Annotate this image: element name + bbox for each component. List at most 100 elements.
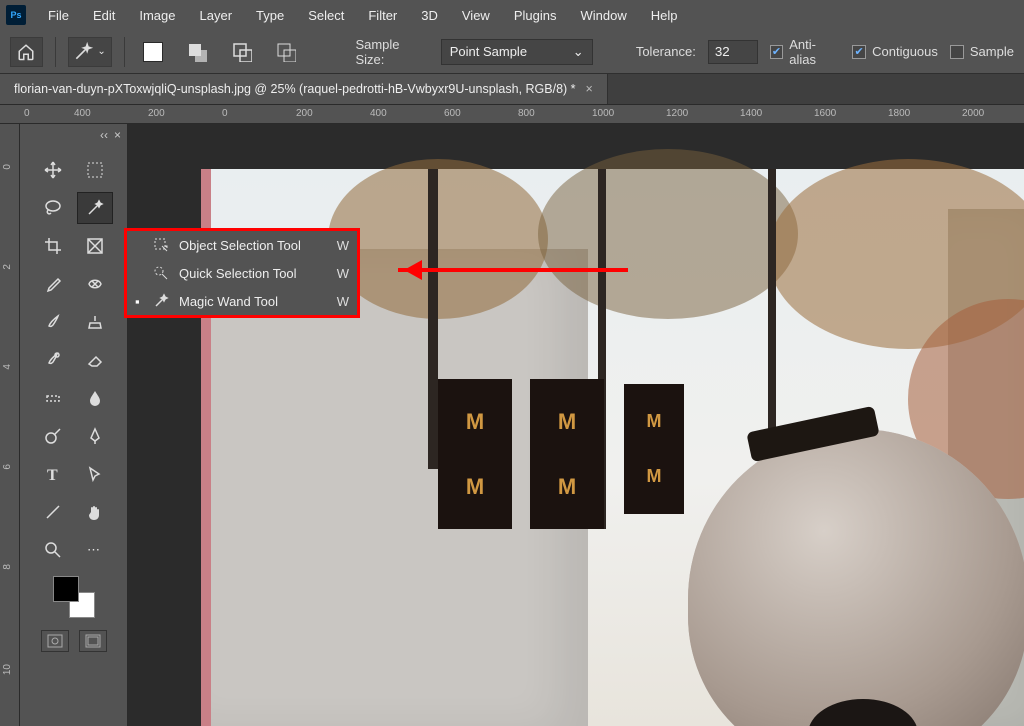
quick-mask-button[interactable] xyxy=(41,630,69,652)
sample-size-value: Point Sample xyxy=(450,44,527,59)
menu-help[interactable]: Help xyxy=(639,4,690,27)
ruler-vertical: 0 2 4 6 8 10 xyxy=(0,124,20,726)
subtract-selection-icon[interactable] xyxy=(226,37,259,67)
menu-filter[interactable]: Filter xyxy=(356,4,409,27)
menu-plugins[interactable]: Plugins xyxy=(502,4,569,27)
tool-more[interactable]: ⋯ xyxy=(77,534,113,566)
quick-selection-icon xyxy=(153,265,171,281)
ruler-tick: 6 xyxy=(2,464,13,470)
menu-window[interactable]: Window xyxy=(568,4,638,27)
app-logo: Ps xyxy=(6,5,26,25)
tool-zoom[interactable] xyxy=(35,534,71,566)
menu-view[interactable]: View xyxy=(450,4,502,27)
sample-all-label: Sample xyxy=(970,44,1014,59)
tool-blur[interactable] xyxy=(77,382,113,414)
document-tab-title: florian-van-duyn-pXToxwjqliQ-unsplash.jp… xyxy=(14,82,576,96)
tolerance-label: Tolerance: xyxy=(636,44,696,59)
menu-layer[interactable]: Layer xyxy=(188,4,245,27)
annotation-arrow xyxy=(398,268,628,272)
menu-select[interactable]: Select xyxy=(296,4,356,27)
tool-move[interactable] xyxy=(35,154,71,186)
menu-image[interactable]: Image xyxy=(127,4,187,27)
tool-gradient[interactable] xyxy=(35,382,71,414)
ruler-tick: 0 xyxy=(2,164,13,170)
options-bar: ⌄ Sample Size: Point Sample ⌄ Tolerance:… xyxy=(0,30,1024,74)
menu-bar: Ps File Edit Image Layer Type Select Fil… xyxy=(0,0,1024,30)
tolerance-input[interactable] xyxy=(708,40,758,64)
contiguous-label: Contiguous xyxy=(872,44,938,59)
document-tab[interactable]: florian-van-duyn-pXToxwjqliQ-unsplash.jp… xyxy=(0,74,608,104)
ruler-tick: 2000 xyxy=(962,108,984,119)
tool-hand[interactable] xyxy=(77,496,113,528)
new-selection-icon[interactable] xyxy=(137,37,170,67)
ruler-tick: 0 xyxy=(24,108,30,119)
ruler-tick: 1200 xyxy=(666,108,688,119)
ruler-tick: 200 xyxy=(148,108,165,119)
active-marker-icon: ▪ xyxy=(135,294,145,309)
ruler-tick: 4 xyxy=(2,364,13,370)
color-swatches[interactable] xyxy=(53,576,95,618)
ruler-tick: 0 xyxy=(222,108,228,119)
home-button[interactable] xyxy=(10,37,43,67)
tool-brush[interactable] xyxy=(35,306,71,338)
flyout-label: Object Selection Tool xyxy=(179,238,329,253)
checkbox-icon xyxy=(852,45,866,59)
sample-size-select[interactable]: Point Sample ⌄ xyxy=(441,39,593,65)
flyout-label: Quick Selection Tool xyxy=(179,266,329,281)
flyout-shortcut: W xyxy=(337,238,349,253)
tool-history-brush[interactable] xyxy=(35,344,71,376)
tool-line[interactable] xyxy=(35,496,71,528)
tool-eraser[interactable] xyxy=(77,344,113,376)
ruler-tick: 2 xyxy=(2,264,13,270)
flyout-label: Magic Wand Tool xyxy=(179,294,329,309)
tool-magic-wand[interactable] xyxy=(77,192,113,224)
ruler-horizontal: 0 400 200 0 200 400 600 800 1000 1200 14… xyxy=(0,104,1024,124)
tool-clone-stamp[interactable] xyxy=(77,306,113,338)
close-icon[interactable]: × xyxy=(586,82,593,96)
contiguous-checkbox[interactable]: Contiguous xyxy=(852,44,938,59)
object-selection-icon xyxy=(153,237,171,253)
document-tab-bar: florian-van-duyn-pXToxwjqliQ-unsplash.jp… xyxy=(0,74,1024,104)
tool-eyedropper[interactable] xyxy=(35,268,71,300)
tool-crop[interactable] xyxy=(35,230,71,262)
ruler-tick: 8 xyxy=(2,564,13,570)
checkbox-icon xyxy=(770,45,783,59)
tool-pen[interactable] xyxy=(77,420,113,452)
menu-3d[interactable]: 3D xyxy=(409,4,450,27)
anti-alias-checkbox[interactable]: Anti-alias xyxy=(770,37,840,67)
collapse-icon[interactable]: ‹‹ xyxy=(100,128,108,146)
ruler-tick: 400 xyxy=(74,108,91,119)
flyout-item-quick-selection[interactable]: Quick Selection Tool W xyxy=(127,259,357,287)
tool-type[interactable]: T xyxy=(35,458,71,490)
tool-flyout-menu: Object Selection Tool W Quick Selection … xyxy=(124,228,360,318)
tool-marquee[interactable] xyxy=(77,154,113,186)
ruler-tick: 600 xyxy=(444,108,461,119)
tool-frame[interactable] xyxy=(77,230,113,262)
close-icon[interactable]: × xyxy=(114,128,121,146)
sample-all-checkbox[interactable]: Sample xyxy=(950,44,1014,59)
ruler-tick: 1400 xyxy=(740,108,762,119)
ruler-tick: 10 xyxy=(2,664,13,675)
ruler-tick: 800 xyxy=(518,108,535,119)
tool-lasso[interactable] xyxy=(35,192,71,224)
menu-edit[interactable]: Edit xyxy=(81,4,127,27)
menu-file[interactable]: File xyxy=(36,4,81,27)
flyout-item-magic-wand[interactable]: ▪ Magic Wand Tool W xyxy=(127,287,357,315)
tool-patch[interactable] xyxy=(77,268,113,300)
foreground-color[interactable] xyxy=(53,576,79,602)
chevron-down-icon: ⌄ xyxy=(573,44,584,60)
tool-path-select[interactable] xyxy=(77,458,113,490)
intersect-selection-icon[interactable] xyxy=(270,37,303,67)
screen-mode-button[interactable] xyxy=(79,630,107,652)
ruler-tick: 400 xyxy=(370,108,387,119)
workspace: 0 2 4 6 8 10 ‹‹ × T xyxy=(0,124,1024,726)
flyout-item-object-selection[interactable]: Object Selection Tool W xyxy=(127,231,357,259)
divider xyxy=(124,37,125,67)
tools-panel: ‹‹ × T ⋯ xyxy=(20,124,128,726)
menu-type[interactable]: Type xyxy=(244,4,296,27)
add-selection-icon[interactable] xyxy=(181,37,214,67)
sample-size-label: Sample Size: xyxy=(355,37,428,67)
tool-magic-wand-icon[interactable]: ⌄ xyxy=(68,37,112,67)
tool-dodge[interactable] xyxy=(35,420,71,452)
canvas[interactable]: MM MM MM xyxy=(128,124,1024,726)
